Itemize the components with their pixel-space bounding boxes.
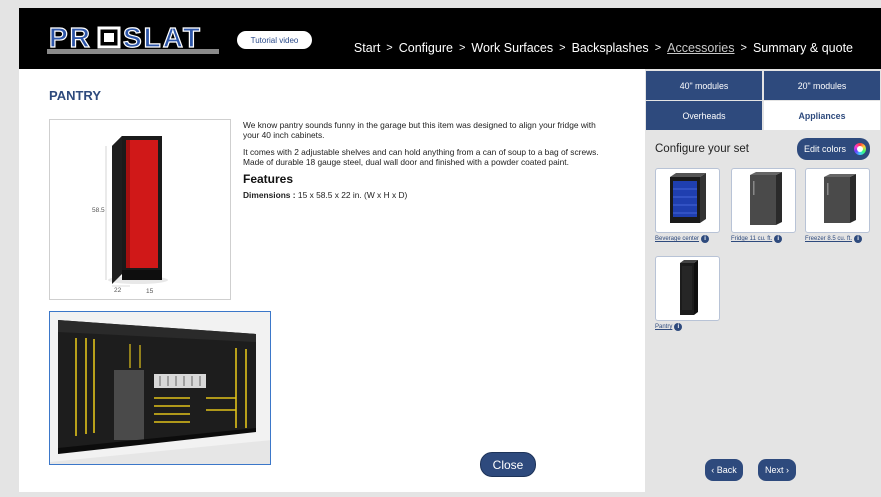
chevron-right-icon: > <box>458 42 466 54</box>
tab-40-modules[interactable]: 40" modules <box>646 71 762 100</box>
appliance-card-beverage-center[interactable] <box>655 168 720 233</box>
nav-step-start[interactable]: Start <box>354 41 380 55</box>
dimensions-label: Dimensions : <box>243 190 296 201</box>
info-icon[interactable]: i <box>854 235 863 243</box>
appliance-label: Pantry <box>655 324 673 330</box>
configure-set-heading: Configure your set <box>655 143 749 155</box>
next-button[interactable]: Next › <box>758 459 796 481</box>
product-image: 58.5 22 15 <box>49 119 231 300</box>
tab-appliances[interactable]: Appliances <box>764 101 880 130</box>
dimensions-line: Dimensions : 15 x 58.5 x 22 in. (W x H x… <box>243 190 613 200</box>
info-icon[interactable]: i <box>701 235 710 243</box>
chevron-right-icon: > <box>654 42 662 54</box>
step-navigation: Start > Configure > Work Surfaces > Back… <box>354 41 853 55</box>
tutorial-video-button[interactable]: Tutorial video <box>237 31 312 49</box>
close-button[interactable]: Close <box>480 452 536 477</box>
configurator-sidebar: 40" modules 20" modules Overheads Applia… <box>645 69 881 492</box>
height-dimension-label: 58.5 <box>92 207 105 214</box>
page-title: PANTRY <box>49 88 101 103</box>
appliance-label: Freezer 8.5 cu. ft. <box>805 236 853 242</box>
svg-text:PR: PR <box>49 23 92 53</box>
garage-scene-image[interactable] <box>49 311 271 465</box>
header-bar: PR SLAT Tutorial video Start > Configure… <box>19 8 881 69</box>
nav-step-accessories[interactable]: Accessories <box>667 41 734 55</box>
nav-step-backsplashes[interactable]: Backsplashes <box>572 41 649 55</box>
appliance-label: Beverage center <box>655 236 700 242</box>
info-icon[interactable]: i <box>674 323 683 331</box>
appliance-card-freezer[interactable] <box>805 168 870 233</box>
product-description: We know pantry sounds funny in the garag… <box>243 120 613 200</box>
tab-overheads[interactable]: Overheads <box>646 101 762 130</box>
info-icon[interactable]: i <box>774 235 783 243</box>
appliance-link-freezer[interactable]: Freezer 8.5 cu. ft. i <box>805 235 863 243</box>
appliance-link-fridge[interactable]: Fridge 11 cu. ft. i <box>731 235 783 243</box>
nav-step-work-surfaces[interactable]: Work Surfaces <box>471 41 553 55</box>
svg-text:SLAT: SLAT <box>123 23 202 53</box>
edit-colors-label: Edit colors <box>804 144 847 154</box>
chevron-right-icon: > <box>559 42 566 54</box>
width-dimension-label: 22 <box>114 287 122 294</box>
tab-20-modules[interactable]: 20" modules <box>764 71 880 100</box>
back-button[interactable]: ‹ Back <box>705 459 743 481</box>
product-detail-panel: PANTRY 58.5 22 15 We know pantry sounds … <box>19 69 645 492</box>
color-wheel-icon <box>854 143 866 155</box>
appliance-card-fridge[interactable] <box>731 168 796 233</box>
chevron-right-icon: > <box>740 42 747 54</box>
nav-step-summary-quote[interactable]: Summary & quote <box>753 41 853 55</box>
appliance-card-pantry[interactable] <box>655 256 720 321</box>
chevron-right-icon: > <box>386 42 393 54</box>
description-paragraph: We know pantry sounds funny in the garag… <box>243 120 596 141</box>
proslat-logo[interactable]: PR SLAT <box>47 23 219 57</box>
appliance-link-pantry[interactable]: Pantry i <box>655 323 683 331</box>
description-paragraph: It comes with 2 adjustable shelves and c… <box>243 146 599 168</box>
appliance-label: Fridge 11 cu. ft. <box>731 236 773 242</box>
edit-colors-button[interactable]: Edit colors <box>797 138 870 160</box>
nav-step-configure[interactable]: Configure <box>399 41 453 55</box>
features-heading: Features <box>243 171 294 186</box>
depth-dimension-label: 15 <box>146 288 154 295</box>
appliance-link-beverage-center[interactable]: Beverage center i <box>655 235 710 243</box>
dimensions-value: 15 x 58.5 x 22 in. (W x H x D) <box>297 190 408 201</box>
